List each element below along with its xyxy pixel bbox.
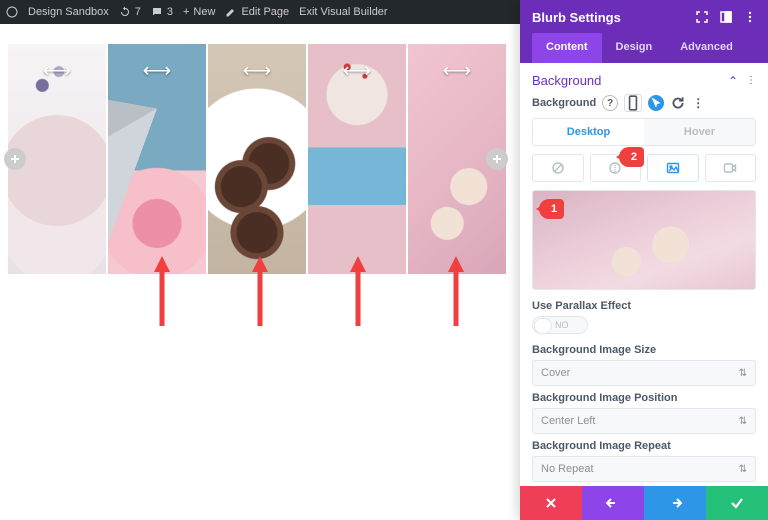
menu-dots-icon[interactable]	[744, 11, 756, 23]
background-label: Background	[532, 97, 596, 109]
expand-icon[interactable]	[696, 11, 708, 23]
panel-title: Blurb Settings	[532, 10, 621, 25]
annotation-arrow	[447, 256, 465, 331]
tab-content[interactable]: Content	[532, 33, 602, 63]
resize-handle-icon[interactable]: ⟷	[343, 58, 372, 83]
annotation-arrow	[251, 256, 269, 331]
responsive-subtabs: Desktop Hover	[532, 118, 756, 146]
edit-page[interactable]: Edit Page	[225, 6, 289, 18]
parallax-label: Use Parallax Effect	[532, 300, 756, 312]
hover-state-icon[interactable]	[648, 95, 664, 111]
comment-icon	[151, 6, 163, 18]
select-chevrons-icon: ⇅	[739, 368, 747, 379]
blurb-col-2[interactable]: ⟷	[106, 44, 206, 274]
cancel-button[interactable]	[520, 486, 582, 520]
new-label: New	[193, 6, 215, 18]
undo-button[interactable]	[582, 486, 644, 520]
device-phone-icon[interactable]	[624, 94, 642, 112]
parallax-toggle[interactable]: NO	[532, 316, 588, 334]
help-icon[interactable]: ?	[602, 95, 618, 111]
chevron-up-icon[interactable]: ⌃	[728, 74, 738, 88]
exit-vb[interactable]: Exit Visual Builder	[299, 6, 387, 18]
row-add-right[interactable]	[486, 148, 508, 170]
exit-label: Exit Visual Builder	[299, 6, 387, 18]
field-menu-icon[interactable]: ⋮	[692, 96, 704, 110]
builder-canvas: ⟷ ⟷ ⟷ ⟷ ⟷	[0, 24, 520, 520]
bg-type-color[interactable]	[532, 154, 584, 182]
background-field-header: Background ? ⋮	[532, 94, 756, 112]
annotation-arrow	[153, 256, 171, 331]
subtab-hover[interactable]: Hover	[644, 119, 755, 145]
new-item[interactable]: + New	[183, 6, 215, 18]
tab-advanced[interactable]: Advanced	[666, 33, 747, 63]
save-button[interactable]	[706, 486, 768, 520]
pencil-icon	[225, 6, 237, 18]
wp-logo[interactable]	[6, 6, 18, 18]
redo-button[interactable]	[644, 486, 706, 520]
annotation-arrow	[349, 256, 367, 331]
panel-body[interactable]: Background ⌃ ⋮ Background ? ⋮ Desktop Hov…	[520, 63, 768, 486]
annotation-callout-2: 2	[619, 147, 644, 167]
snap-icon[interactable]	[720, 11, 732, 23]
panel-tabs: Content Design Advanced	[532, 33, 756, 63]
bg-repeat-label: Background Image Repeat	[532, 440, 756, 452]
bg-position-select[interactable]: Center Left⇅	[532, 408, 756, 434]
blurb-col-3[interactable]: ⟷	[206, 44, 306, 274]
resize-handle-icon[interactable]: ⟷	[143, 58, 172, 83]
edit-label: Edit Page	[241, 6, 289, 18]
row-add-left[interactable]	[4, 148, 26, 170]
bg-type-image[interactable]	[647, 154, 699, 182]
subtab-desktop[interactable]: Desktop	[533, 119, 644, 145]
background-type-row: 2	[532, 154, 756, 182]
select-chevrons-icon: ⇅	[739, 416, 747, 427]
tab-design[interactable]: Design	[602, 33, 667, 63]
reset-icon[interactable]	[670, 95, 686, 111]
bg-position-label: Background Image Position	[532, 392, 756, 404]
bg-size-label: Background Image Size	[532, 344, 756, 356]
panel-footer	[520, 486, 768, 520]
updates-item[interactable]: 7	[119, 6, 141, 18]
section-background-title[interactable]: Background	[532, 73, 601, 88]
blurb-col-4[interactable]: ⟷	[306, 44, 406, 274]
site-name[interactable]: Design Sandbox	[28, 6, 109, 18]
bg-size-select[interactable]: Cover⇅	[532, 360, 756, 386]
more-dots-icon[interactable]: ⋮	[746, 75, 756, 86]
annotation-callout-1: 1	[539, 199, 564, 219]
background-image-preview[interactable]: 1	[532, 190, 756, 290]
panel-header: Blurb Settings Content Design Advanced	[520, 0, 768, 63]
bg-repeat-select[interactable]: No Repeat⇅	[532, 456, 756, 482]
blurb-row: ⟷ ⟷ ⟷ ⟷ ⟷	[6, 44, 506, 274]
bg-type-gradient[interactable]: 2	[590, 154, 642, 182]
select-chevrons-icon: ⇅	[739, 464, 747, 475]
resize-handle-icon[interactable]: ⟷	[243, 58, 272, 83]
plus-icon: +	[183, 6, 189, 18]
resize-handle-icon[interactable]: ⟷	[443, 58, 472, 83]
site-name-label: Design Sandbox	[28, 6, 109, 18]
settings-panel: Blurb Settings Content Design Advanced B…	[520, 0, 768, 520]
refresh-icon	[119, 6, 131, 18]
comments-count: 3	[167, 6, 173, 18]
resize-handle-icon[interactable]: ⟷	[43, 58, 72, 83]
comments-item[interactable]: 3	[151, 6, 173, 18]
updates-count: 7	[135, 6, 141, 18]
bg-type-video[interactable]	[705, 154, 757, 182]
